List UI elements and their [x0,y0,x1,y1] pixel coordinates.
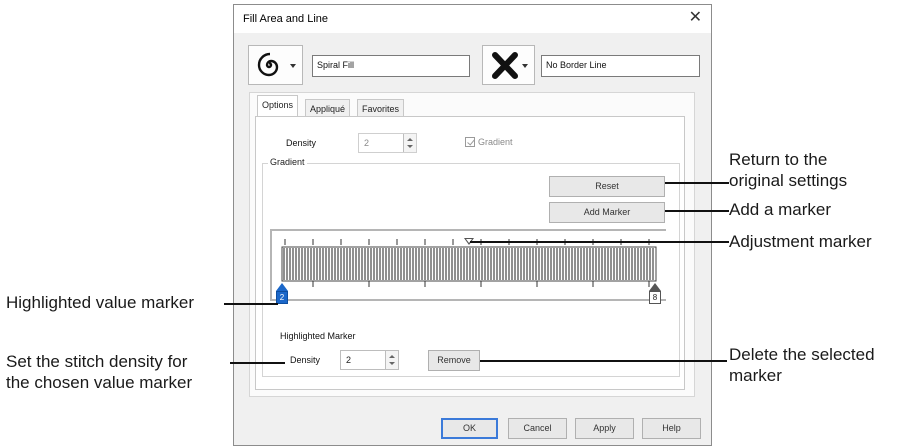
chevron-down-icon [522,64,528,68]
marker-triangle-icon [649,283,661,291]
close-icon[interactable]: ✕ [689,9,702,27]
callout-line-adjustment [470,241,729,243]
cancel-button[interactable]: Cancel [508,418,567,439]
add-marker-button[interactable]: Add Marker [549,202,665,223]
callout-adjustment-marker: Adjustment marker [729,232,872,251]
density-value: 2 [364,138,370,148]
spiral-icon [257,52,279,77]
fill-type-button[interactable] [248,45,303,85]
title-bar: Fill Area and Line ✕ [234,5,711,33]
callout-reset: Return to the original settings [729,149,847,191]
density-spinner[interactable]: 2 [358,133,417,153]
gradient-group-label: Gradient [268,157,307,167]
spinner-arrows-icon[interactable] [385,351,398,369]
tab-options[interactable]: Options [257,95,299,116]
value-marker-right-label: 8 [649,291,661,304]
callout-highlighted-value-marker: Highlighted value marker [6,293,195,312]
callout-delete: Delete the selected marker [729,344,875,386]
callout-set-density-line2: the chosen value marker [6,373,193,392]
value-marker-right[interactable]: 8 [649,283,661,305]
border-type-button[interactable] [482,45,535,85]
callout-reset-line2: original settings [729,171,848,190]
help-button[interactable]: Help [642,418,701,439]
spinner-arrows-icon[interactable] [403,134,416,152]
border-name-field[interactable]: No Border Line [541,55,700,77]
value-marker-left[interactable]: 2 [276,283,288,305]
callout-line-set-density [230,362,285,364]
callout-line-highlighted [224,303,278,305]
callout-set-density-line1: Set the stitch density for [6,352,188,371]
fill-name-field[interactable]: Spiral Fill [312,55,470,77]
highlighted-marker-label: Highlighted Marker [280,331,356,341]
gradient-checkbox-label: Gradient [478,137,513,147]
callout-line-delete [480,360,727,362]
reset-button[interactable]: Reset [549,176,665,197]
callout-delete-line1: Delete the selected [729,345,875,364]
callout-delete-line2: marker [729,366,782,385]
callout-line-reset [665,182,729,184]
remove-button[interactable]: Remove [428,350,480,371]
ok-button[interactable]: OK [441,418,498,439]
hm-density-value: 2 [346,355,352,365]
hm-density-label: Density [290,355,321,365]
chevron-down-icon [290,64,296,68]
hm-density-spinner[interactable]: 2 [340,350,399,370]
apply-button[interactable]: Apply [575,418,634,439]
marker-triangle-icon [276,283,288,291]
callout-add-marker: Add a marker [729,200,832,219]
gradient-checkbox[interactable] [465,137,475,147]
dialog-title: Fill Area and Line [243,13,328,25]
density-label: Density [286,138,317,148]
callout-reset-line1: Return to the [729,150,828,169]
callout-line-add-marker [665,210,729,212]
callout-set-density: Set the stitch density for the chosen va… [6,351,192,393]
no-border-x-icon [492,52,518,79]
